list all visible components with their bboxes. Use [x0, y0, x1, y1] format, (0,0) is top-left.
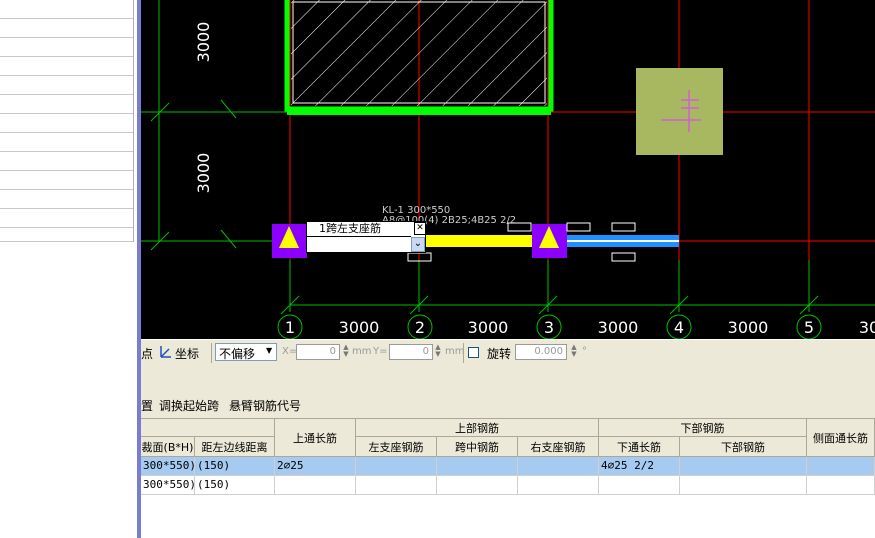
menu-item[interactable]: 置 [141, 397, 153, 414]
property-row[interactable] [0, 228, 133, 242]
dim-label: 3000 [728, 318, 769, 337]
close-icon[interactable]: ✕ [414, 222, 426, 235]
dim-label: 30 [859, 318, 875, 337]
rebar-table: 裁面(B*H) 距左边线距离 上通长筋 上部钢筋 左支座钢筋 跨中钢筋 右支座钢… [141, 419, 875, 538]
chevron-down-icon[interactable]: ⌄ [411, 237, 425, 252]
rotate-input[interactable]: 0.000 [515, 344, 567, 360]
header-blank [141, 419, 275, 437]
point-label[interactable]: 点 [141, 345, 153, 362]
property-row[interactable] [0, 152, 133, 171]
table-cell[interactable] [437, 476, 518, 495]
table-cell[interactable] [437, 457, 518, 476]
header-side-through: 侧面通长筋 [807, 419, 875, 457]
panel-border [133, 0, 134, 242]
coordinate-icon[interactable] [158, 344, 172, 360]
popup-input[interactable] [307, 236, 411, 254]
drawing: 1 2 3 4 5 3000 3000 3000 3000 30 3000 30… [141, 0, 875, 339]
chevron-down-icon: ▼ [266, 346, 273, 355]
table-cell[interactable] [356, 476, 437, 495]
header-section: 裁面(B*H) [141, 437, 195, 457]
property-row[interactable] [0, 0, 133, 19]
property-row[interactable] [0, 133, 133, 152]
property-row[interactable] [0, 171, 133, 190]
y-label: Y= [373, 346, 388, 357]
table-cell[interactable]: 300*550) [141, 457, 195, 476]
swap-start-span-button[interactable]: 调换起始跨 [159, 397, 219, 414]
table-cell[interactable] [356, 457, 437, 476]
property-row[interactable] [0, 209, 133, 228]
toolbar: 点 坐标 不偏移 ▼ X= 0 ▲ ▼ mm Y= 0 ▲ ▼ mm 旋转 0.00… [141, 339, 875, 367]
table-cell[interactable] [518, 476, 599, 495]
property-row[interactable] [0, 114, 133, 133]
table-cell[interactable] [680, 457, 807, 476]
coordinate-button[interactable]: 坐标 [175, 345, 199, 362]
header-edge-dist: 距左边线距离 [195, 437, 275, 457]
table-cell[interactable] [599, 476, 680, 495]
property-panel [0, 0, 134, 538]
axis-label: 4 [674, 318, 684, 337]
rebar-popup[interactable]: 1跨左支座筋 ✕ ⌄ [306, 221, 426, 253]
dim-label: 3000 [339, 318, 380, 337]
table-cell[interactable] [807, 457, 875, 476]
separator [211, 343, 212, 363]
axis-label: 1 [285, 318, 295, 337]
axis-label: 3 [544, 318, 554, 337]
property-row[interactable] [0, 76, 133, 95]
property-row[interactable] [0, 57, 133, 76]
column-block [636, 68, 723, 155]
dim-label: 3000 [598, 318, 639, 337]
toolbar-blank [141, 366, 875, 392]
axis-label: 5 [804, 318, 814, 337]
offset-select[interactable]: 不偏移 ▼ [215, 343, 277, 361]
table-cell[interactable] [275, 476, 356, 495]
x-label: X= [282, 346, 298, 357]
dim-label: 3000 [194, 22, 213, 63]
table-cell[interactable]: 2⌀25 [275, 457, 356, 476]
spinner-icon[interactable]: ▲ ▼ [434, 344, 442, 360]
dim-label: 3000 [468, 318, 509, 337]
unit-label: mm [445, 346, 465, 357]
property-row[interactable] [0, 95, 133, 114]
popup-title: 1跨左支座筋 [319, 222, 381, 235]
header-left-support: 左支座钢筋 [356, 437, 437, 457]
axis-label: 2 [415, 318, 425, 337]
table-cell[interactable]: 300*550) [141, 476, 195, 495]
rotate-label: 旋转 [487, 347, 512, 361]
header-right-support: 右支座钢筋 [518, 437, 599, 457]
table-cell[interactable]: (150) [195, 476, 275, 495]
header-top-through: 上通长筋 [275, 419, 356, 457]
table-cell[interactable] [518, 457, 599, 476]
rotate-checkbox[interactable] [468, 347, 479, 358]
table-cell[interactable]: (150) [195, 457, 275, 476]
spinner-icon[interactable]: ▲ ▼ [342, 344, 350, 360]
header-bottom-group: 下部钢筋 [599, 419, 807, 437]
dim-label: 3000 [194, 153, 213, 194]
cantilever-code-button[interactable]: 悬臂钢筋代号 [229, 397, 301, 414]
table-cell[interactable]: 4⌀25 2/2 [599, 457, 680, 476]
header-mid-span: 跨中钢筋 [437, 437, 518, 457]
cad-canvas[interactable]: 1 2 3 4 5 3000 3000 3000 3000 30 3000 30… [141, 0, 875, 339]
property-row[interactable] [0, 190, 133, 209]
header-bottom-through: 下通长筋 [599, 437, 680, 457]
degree-label: ° [582, 346, 587, 357]
property-row[interactable] [0, 19, 133, 38]
x-input[interactable]: 0 [296, 344, 340, 360]
unit-label: mm [352, 346, 372, 357]
toolbar-rebar: 置 调换起始跨 悬臂钢筋代号 [141, 392, 875, 419]
header-top-group: 上部钢筋 [356, 419, 599, 437]
table-cell[interactable] [680, 476, 807, 495]
separator [463, 343, 464, 363]
header-bottom-bars: 下部钢筋 [680, 437, 807, 457]
y-input[interactable]: 0 [389, 344, 433, 360]
spinner-icon[interactable]: ▲ ▼ [570, 344, 578, 360]
property-row[interactable] [0, 38, 133, 57]
slab-hatch [291, 0, 547, 106]
table-cell[interactable] [807, 476, 875, 495]
